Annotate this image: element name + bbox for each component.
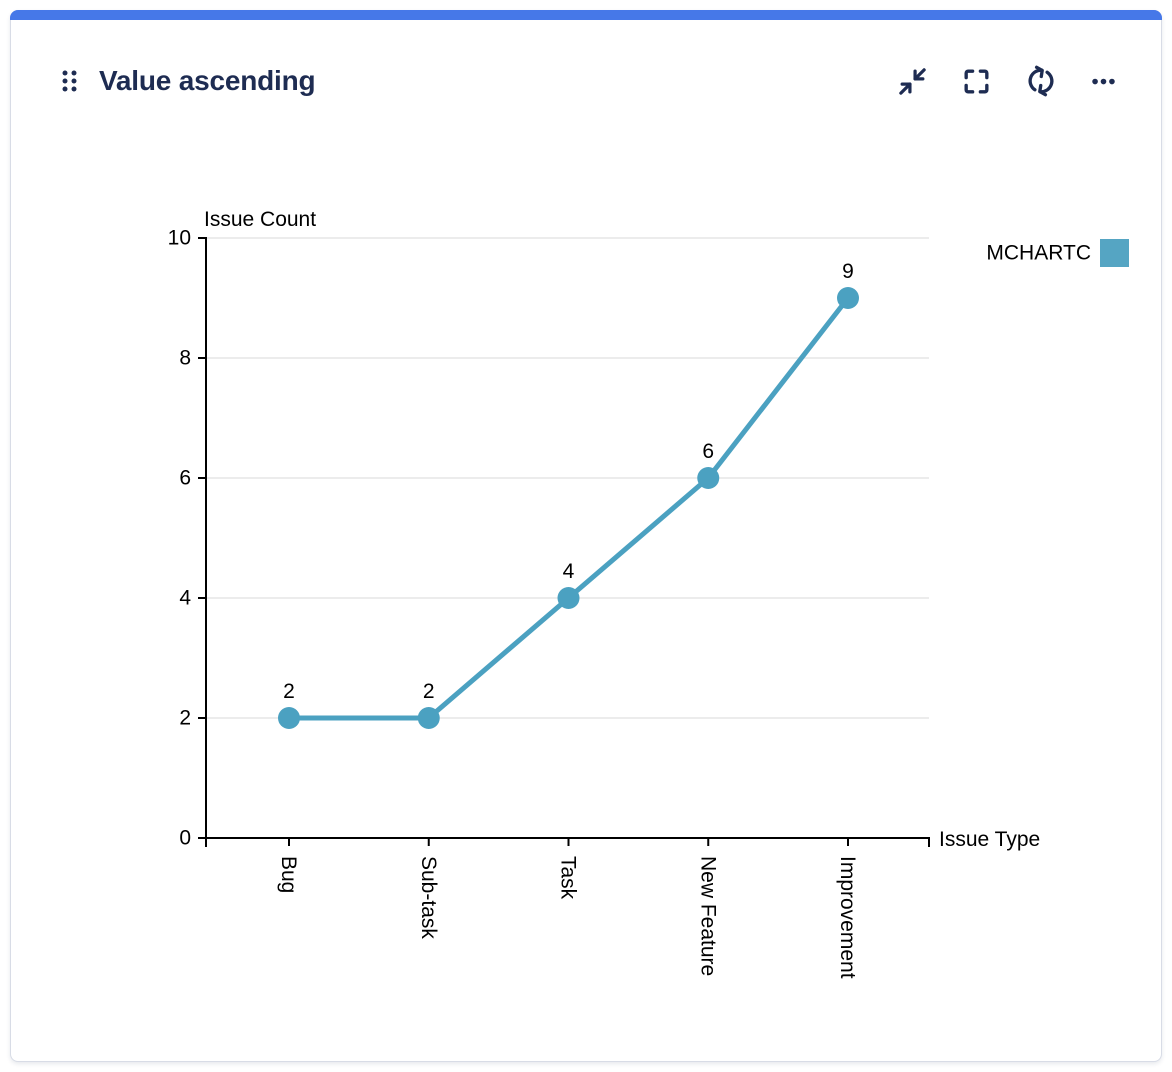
chart-axis-titles: Issue Count Issue Type: [204, 208, 1040, 851]
chart-series: [278, 287, 859, 729]
chart-point-labels: 2 2 4 6 9: [283, 260, 854, 703]
data-point[interactable]: [418, 707, 440, 729]
legend-label: MCHARTC: [986, 242, 1091, 265]
data-point-label: 2: [283, 680, 295, 703]
x-tick-label: Sub-task: [417, 856, 440, 939]
y-tick-label: 0: [179, 827, 191, 850]
x-axis-title: Issue Type: [939, 828, 1040, 851]
x-tick-label: Task: [557, 856, 580, 900]
x-tick-label: New Feature: [696, 856, 719, 976]
legend-swatch[interactable]: [1100, 239, 1129, 267]
data-point-label: 4: [563, 560, 575, 583]
dashboard-background: Value ascending: [0, 0, 1172, 1072]
data-point[interactable]: [837, 287, 859, 309]
y-tick-label: 4: [179, 587, 191, 610]
y-tick-label: 2: [179, 707, 191, 730]
chart-legend[interactable]: MCHARTC: [986, 239, 1129, 267]
x-tick-label: Bug: [277, 856, 300, 893]
data-point[interactable]: [697, 467, 719, 489]
series-line: [289, 298, 848, 718]
dashboard-gadget-card: Value ascending: [10, 10, 1162, 1062]
y-axis-title: Issue Count: [204, 208, 316, 231]
x-tick-label: Improvement: [836, 856, 859, 979]
data-point[interactable]: [278, 707, 300, 729]
data-point-label: 2: [423, 680, 435, 703]
y-axis-line: [198, 238, 206, 838]
chart-gridlines: [206, 238, 929, 718]
line-chart: 0 2 4 6 8 10 Bug Sub-task Task New Feature Improve…: [11, 11, 1163, 1063]
y-tick-label: 6: [179, 467, 191, 490]
data-point-label: 9: [842, 260, 854, 283]
data-point[interactable]: [558, 587, 580, 609]
y-tick-label: 8: [179, 347, 191, 370]
data-point-label: 6: [702, 440, 714, 463]
y-tick-label: 10: [168, 227, 191, 250]
